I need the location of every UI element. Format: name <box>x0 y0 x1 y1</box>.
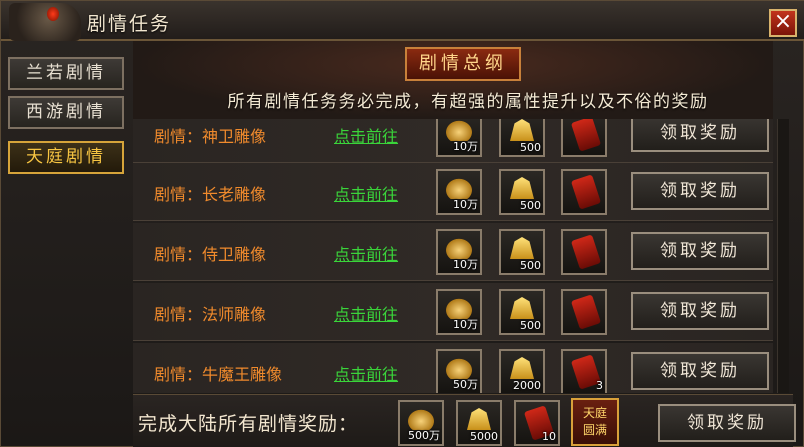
reward-qty: 10 <box>542 430 556 443</box>
banner-title: 剧情总纲 <box>405 47 521 81</box>
reward-slot[interactable]: 10万 <box>436 169 482 215</box>
gold-bars-icon <box>467 408 491 430</box>
tab-lanruo[interactable]: 兰若剧情 <box>8 57 124 90</box>
tab-xiyou[interactable]: 西游剧情 <box>8 96 124 129</box>
quest-name: 剧情：长老雕像 <box>154 185 267 204</box>
claim-reward-button[interactable]: 领取奖励 <box>631 119 769 152</box>
reward-slot[interactable]: 10万 <box>436 229 482 275</box>
goto-link[interactable]: 点击前往 <box>334 361 398 385</box>
completion-panel: 完成大陆所有剧情奖励： 500万 5000 10 天庭 圆满 领取奖励 <box>133 394 796 447</box>
quest-list: 剧情：神卫雕像 点击前往 10万 500 领取奖励 剧情：长老雕像 点击前往 1… <box>133 119 773 393</box>
title-bar: 剧情任务 × <box>1 1 804 41</box>
reward-slot[interactable]: 3 <box>561 349 607 393</box>
claim-reward-button[interactable]: 领取奖励 <box>631 172 769 210</box>
quest-row: 剧情：法师雕像 点击前往 10万 500 领取奖励 <box>133 283 773 341</box>
quest-name: 剧情：侍卫雕像 <box>154 245 267 264</box>
reward-slot[interactable]: 500 <box>499 119 545 157</box>
quest-row: 剧情：长老雕像 点击前往 10万 500 领取奖励 <box>133 163 773 221</box>
reward-slot[interactable]: 500 <box>499 169 545 215</box>
reward-slot[interactable]: 50万 <box>436 349 482 393</box>
reward-qty: 500 <box>520 259 541 272</box>
quest-name: 剧情：神卫雕像 <box>154 127 267 146</box>
gold-bars-icon <box>510 177 534 199</box>
red-envelope-icon <box>570 294 602 330</box>
window-title: 剧情任务 <box>87 13 172 35</box>
gold-bars-icon <box>510 237 534 259</box>
reward-slot[interactable]: 500 <box>499 289 545 335</box>
reward-qty: 500 <box>520 141 541 154</box>
dragon-emblem-icon <box>9 3 81 41</box>
reward-qty: 3 <box>596 379 603 392</box>
quest-row: 剧情：神卫雕像 点击前往 10万 500 领取奖励 <box>133 119 773 163</box>
reward-qty: 10万 <box>453 198 478 211</box>
reward-qty: 10万 <box>453 258 478 271</box>
badge-line-2: 圆满 <box>582 423 607 437</box>
goto-link[interactable]: 点击前往 <box>334 123 398 147</box>
reward-qty: 500万 <box>408 429 440 442</box>
quest-name: 剧情：法师雕像 <box>154 305 267 324</box>
reward-qty: 2000 <box>513 379 541 392</box>
red-envelope-icon <box>570 234 602 270</box>
tab-tianting[interactable]: 天庭剧情 <box>8 141 124 174</box>
reward-slot[interactable]: 5000 <box>456 400 502 446</box>
completion-label: 完成大陆所有剧情奖励： <box>138 413 359 435</box>
reward-slot[interactable] <box>561 289 607 335</box>
reward-slot[interactable] <box>561 119 607 157</box>
story-banner: 剧情总纲 所有剧情任务务必完成，有超强的属性提升以及不俗的奖励 <box>133 41 773 119</box>
reward-slot[interactable]: 500万 <box>398 400 444 446</box>
gold-bars-icon <box>510 357 534 379</box>
quest-window: 剧情任务 × 兰若剧情 西游剧情 天庭剧情 剧情总纲 所有剧情任务务必完成，有超… <box>0 0 804 447</box>
goto-link[interactable]: 点击前往 <box>334 301 398 325</box>
reward-slot[interactable]: 10万 <box>436 289 482 335</box>
scrollbar[interactable] <box>777 119 789 393</box>
gold-bars-icon <box>510 297 534 319</box>
red-envelope-icon <box>570 174 602 210</box>
reward-qty: 500 <box>520 199 541 212</box>
reward-qty: 5000 <box>470 430 498 443</box>
close-icon: × <box>773 9 793 34</box>
reward-slot[interactable]: 10万 <box>436 119 482 157</box>
badge-line-1: 天庭 <box>582 406 607 420</box>
reward-slot[interactable]: 2000 <box>499 349 545 393</box>
reward-qty: 500 <box>520 319 541 332</box>
claim-completion-button[interactable]: 领取奖励 <box>658 404 796 442</box>
quest-row: 剧情：牛魔王雕像 点击前往 50万 2000 3 领取奖励 <box>133 343 773 393</box>
reward-qty: 10万 <box>453 140 478 153</box>
close-button[interactable]: × <box>769 9 797 37</box>
title-badge[interactable]: 天庭 圆满 <box>571 398 619 446</box>
gold-bars-icon <box>510 119 534 141</box>
reward-slot[interactable]: 500 <box>499 229 545 275</box>
claim-reward-button[interactable]: 领取奖励 <box>631 352 769 390</box>
claim-reward-button[interactable]: 领取奖励 <box>631 292 769 330</box>
red-envelope-icon <box>570 119 602 152</box>
claim-reward-button[interactable]: 领取奖励 <box>631 232 769 270</box>
quest-name: 剧情：牛魔王雕像 <box>154 365 283 384</box>
reward-qty: 10万 <box>453 318 478 331</box>
reward-slot[interactable] <box>561 169 607 215</box>
reward-slot[interactable]: 10 <box>514 400 560 446</box>
banner-description: 所有剧情任务务必完成，有超强的属性提升以及不俗的奖励 <box>227 92 709 112</box>
goto-link[interactable]: 点击前往 <box>334 241 398 265</box>
reward-slot[interactable] <box>561 229 607 275</box>
quest-row: 剧情：侍卫雕像 点击前往 10万 500 领取奖励 <box>133 223 773 281</box>
goto-link[interactable]: 点击前往 <box>334 181 398 205</box>
reward-qty: 50万 <box>453 378 478 391</box>
